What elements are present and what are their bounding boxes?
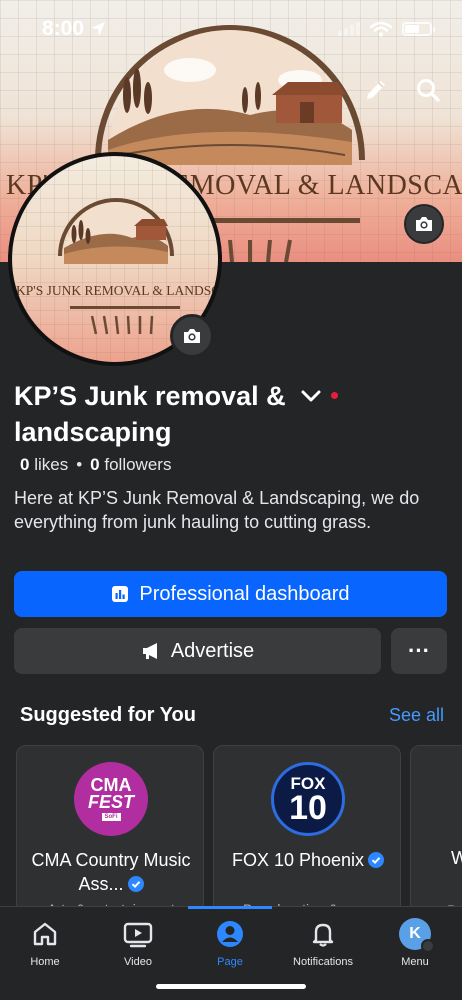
professional-dashboard-label: Professional dashboard [139,582,350,605]
tab-home[interactable]: Home [0,918,90,968]
advertise-button[interactable]: Advertise [14,628,381,674]
tab-menu[interactable]: K Menu [370,918,460,968]
active-tab-indicator [188,906,272,909]
status-time: 8:00 [42,17,106,41]
tab-notifications[interactable]: Notifications [278,918,368,968]
followers-count: 0 [90,455,100,474]
notification-dot [331,392,338,399]
fox-10-logo: FOX 10 [271,762,345,836]
avatar-logo-text: KP'S JUNK REMOVAL & LANDSCAPING [16,283,218,298]
page-icon [217,921,243,947]
location-arrow-icon [91,22,106,36]
page-stats: 0 likes • 0 followers [20,455,171,475]
search-icon [417,79,440,102]
tab-home-label: Home [30,956,60,968]
page-title: KP’S Junk removal & landscaping [14,381,286,447]
cell-signal-icon [338,22,360,36]
suggested-card[interactable]: FOX 10 FOX 10 Phoenix Broadcasting & me.… [213,745,401,925]
more-options-button[interactable]: ··· [391,628,447,674]
battery-icon [402,22,435,36]
professional-dashboard-button[interactable]: Professional dashboard [14,571,447,617]
suggested-card[interactable]: CMA FEST SoFi CMA Country Music Ass... A… [16,745,204,925]
see-all-link[interactable]: See all [389,705,444,726]
cover-camera-button[interactable] [404,204,444,244]
tab-video-label: Video [124,956,152,968]
followers-stat[interactable]: 0 followers [90,455,171,475]
likes-stat[interactable]: 0 likes [20,455,68,475]
camera-icon [184,329,200,343]
switch-profile-button[interactable] [300,388,322,409]
followers-label: followers [104,455,172,474]
edit-button[interactable] [356,70,396,110]
megaphone-icon [142,643,157,659]
video-icon [123,922,153,948]
camera-icon [416,217,432,231]
likes-count: 0 [20,455,30,474]
tab-menu-label: Menu [401,956,429,968]
stats-separator: • [76,455,83,474]
suggested-card-name: W [451,848,462,869]
tab-page[interactable]: Page [185,918,275,968]
search-button[interactable] [408,70,448,110]
verified-badge-icon [368,852,385,868]
more-options-icon: ··· [408,638,430,663]
bell-icon [312,923,334,947]
suggested-card-name: FOX 10 Phoenix [222,848,394,872]
pencil-icon [367,81,385,99]
status-indicators [338,21,435,37]
home-indicator [156,984,306,989]
page-bio: Here at KP’S Junk Removal & Landscaping,… [14,488,420,532]
suggested-section-title: Suggested for You [20,704,196,726]
cma-fest-logo: CMA FEST SoFi [74,762,148,836]
chevron-down-icon [301,390,321,402]
clock-text: 8:00 [42,17,85,40]
dashboard-icon [112,586,129,602]
menu-lines-icon [421,939,435,953]
tab-notifications-label: Notifications [293,956,353,968]
home-icon [33,922,57,946]
status-bar: 8:00 [0,0,462,58]
suggested-card-name: CMA Country Music Ass... [31,850,191,894]
profile-camera-button[interactable] [170,314,214,358]
verified-badge-icon [127,876,144,892]
wifi-icon [370,21,392,37]
advertise-label: Advertise [170,639,255,662]
tab-video[interactable]: Video [93,918,183,968]
likes-label: likes [34,455,69,474]
suggested-card[interactable]: W Pe [410,745,462,925]
menu-avatar: K [399,918,435,953]
tab-page-label: Page [217,956,243,968]
